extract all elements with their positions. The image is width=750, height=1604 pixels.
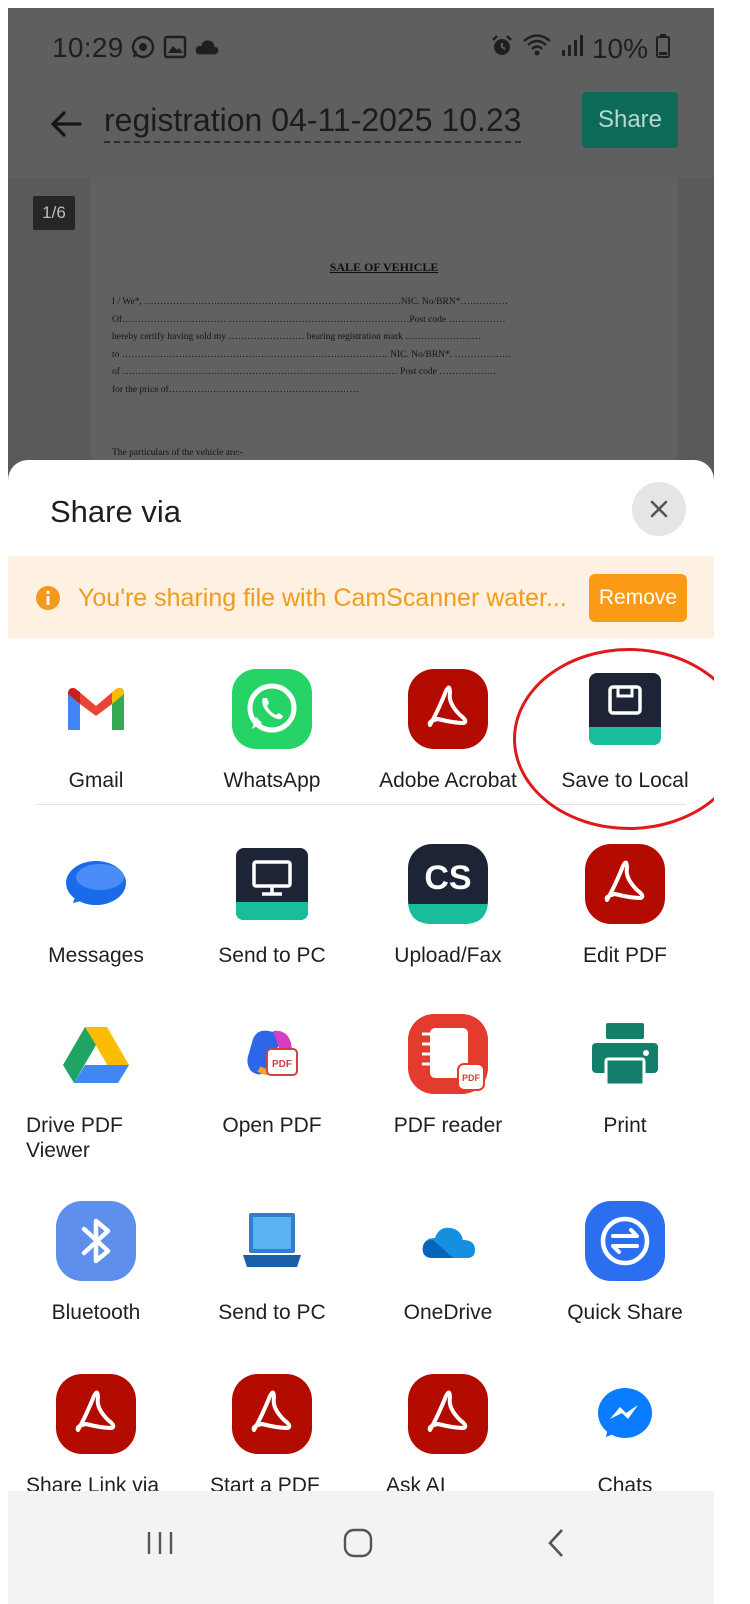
share-target-ask-ai-assistant[interactable]: Ask AI Assistant	[360, 1343, 536, 1522]
share-target-messages[interactable]: Messages	[8, 813, 184, 973]
gallery-icon	[162, 34, 188, 60]
share-target-open-pdf[interactable]: PDF Open PDF	[184, 983, 360, 1143]
back-arrow-icon[interactable]	[44, 102, 88, 146]
app-bar: registration 04-11-2025 10.23 Share	[8, 86, 714, 164]
page-indicator: 1/6	[33, 196, 75, 230]
battery-icon	[656, 33, 670, 65]
monitor-icon	[232, 844, 312, 924]
share-target-start-a-pdf-space[interactable]: Start a PDF Space	[184, 1343, 360, 1522]
navigation-bar	[8, 1491, 714, 1604]
share-sheet: Share via You're sharing file with CamSc…	[8, 460, 714, 1604]
document-preview: 1/6 SALE OF VEHICLE I / We*, ………………………………	[8, 178, 714, 488]
app-label: Messages	[48, 944, 144, 967]
whatsapp-icon	[232, 669, 312, 749]
acrobat-icon	[585, 844, 665, 924]
share-target-whatsapp[interactable]: WhatsApp	[184, 638, 360, 798]
app-label: Adobe Acrobat	[379, 769, 517, 792]
gmail-icon	[56, 669, 136, 749]
document-lines: I / We*, ………………………………………………………………………NIC.…	[112, 294, 512, 399]
app-label: Send to PC	[218, 944, 326, 967]
drive-icon	[56, 1014, 136, 1094]
app-label: Print	[603, 1114, 647, 1137]
quick-share-icon	[585, 1201, 665, 1281]
acrobat-icon	[408, 1374, 488, 1454]
signal-icon	[560, 33, 584, 65]
share-target-send-to-pc[interactable]: Send to PC	[184, 813, 360, 973]
share-target-pdf-reader[interactable]: PDF PDF reader	[360, 983, 536, 1143]
copilot-pdf-icon: PDF	[232, 1014, 312, 1094]
bluetooth-icon	[56, 1201, 136, 1281]
cloud-icon	[194, 34, 220, 60]
status-right: 10%	[490, 32, 670, 65]
document-line: hereby certify having sold my …………………… b…	[112, 332, 482, 342]
app-label: Edit PDF	[582, 944, 668, 967]
share-target-onedrive[interactable]: OneDrive	[360, 1170, 536, 1330]
whatsapp-icon	[130, 34, 156, 60]
document-heading: SALE OF VEHICLE	[329, 260, 439, 274]
camscanner-icon: CS	[408, 844, 488, 924]
messages-icon	[56, 844, 136, 924]
app-label: Quick Share	[567, 1301, 683, 1324]
close-button[interactable]	[632, 482, 686, 536]
home-icon[interactable]	[334, 1519, 382, 1567]
acrobat-icon	[232, 1374, 312, 1454]
onedrive-icon	[408, 1201, 488, 1281]
wifi-icon	[522, 32, 552, 65]
document-line: to ………………………………………………………………………… NIC. No/…	[112, 349, 512, 360]
share-target-edit-pdf[interactable]: Edit PDF	[537, 813, 713, 973]
status-time: 10:29	[52, 32, 124, 63]
share-target-adobe-acrobat[interactable]: Adobe Acrobat	[360, 638, 536, 798]
document-line: for the price of……………………………………………………	[112, 384, 359, 395]
svg-text:PDF: PDF	[272, 1059, 292, 1070]
app-label: PDF reader	[393, 1114, 503, 1137]
share-target-quick-share[interactable]: Quick Share	[537, 1170, 713, 1330]
share-target-bluetooth[interactable]: Bluetooth	[8, 1170, 184, 1330]
document-line: of …………………………………………………………………………… Post co…	[112, 367, 497, 377]
document-line: Of…………………………… …………………………………………………Post co…	[112, 314, 506, 325]
share-button[interactable]: Share	[582, 92, 678, 148]
share-target-drive-pdf-viewer[interactable]: Drive PDF Viewer	[8, 983, 184, 1162]
document-line: I / We*, ………………………………………………………………………NIC.…	[112, 297, 508, 307]
share-target-print[interactable]: Print	[537, 983, 713, 1143]
info-icon	[36, 586, 60, 610]
document-particulars: The particulars of the vehicle are:-	[112, 448, 244, 458]
share-target-chats[interactable]: Chats	[537, 1343, 713, 1503]
app-label: Upload/Fax	[394, 944, 502, 967]
back-icon[interactable]	[532, 1519, 580, 1567]
svg-text:PDF: PDF	[462, 1073, 481, 1083]
share-target-gmail[interactable]: Gmail	[8, 638, 184, 798]
app-label: Bluetooth	[51, 1301, 141, 1324]
printer-icon	[585, 1014, 665, 1094]
recent-apps-icon[interactable]	[136, 1519, 184, 1567]
app-label: Send to PC	[218, 1301, 326, 1324]
app-label: Drive PDF Viewer	[26, 1114, 123, 1162]
dimmed-document-viewer: 10:29 10% registration 04-11-2025 10.23 …	[8, 8, 714, 488]
battery-text: 10%	[591, 32, 648, 64]
share-target-share-link-via-acrobat[interactable]: Share Link via Acrobat	[8, 1343, 184, 1522]
messenger-icon	[585, 1374, 665, 1454]
pdf-reader-icon: PDF	[408, 1014, 488, 1094]
remove-watermark-button[interactable]: Remove	[589, 574, 687, 622]
document-title[interactable]: registration 04-11-2025 10.23	[104, 102, 522, 143]
share-target-send-to-pc[interactable]: Send to PC	[184, 1170, 360, 1330]
sheet-title: Share via	[50, 494, 181, 529]
watermark-banner: You're sharing file with CamScanner wate…	[8, 556, 714, 638]
share-target-upload-fax[interactable]: CS Upload/Fax	[360, 813, 536, 973]
app-label: WhatsApp	[223, 769, 321, 792]
app-label: Open PDF	[222, 1114, 322, 1137]
close-icon	[650, 500, 668, 518]
acrobat-icon	[408, 669, 488, 749]
banner-text: You're sharing file with CamScanner wate…	[78, 584, 567, 612]
document-page: SALE OF VEHICLE I / We*, …………………………………………	[90, 178, 678, 488]
alarm-icon	[490, 33, 514, 65]
acrobat-icon	[56, 1374, 136, 1454]
app-label: OneDrive	[403, 1301, 493, 1324]
status-bar: 10:29 10%	[8, 8, 714, 86]
app-label: Gmail	[68, 769, 124, 792]
svg-text:CS: CS	[424, 859, 471, 897]
phone-screen: 10:29 10% registration 04-11-2025 10.23 …	[8, 8, 714, 1604]
laptop-icon	[232, 1201, 312, 1281]
